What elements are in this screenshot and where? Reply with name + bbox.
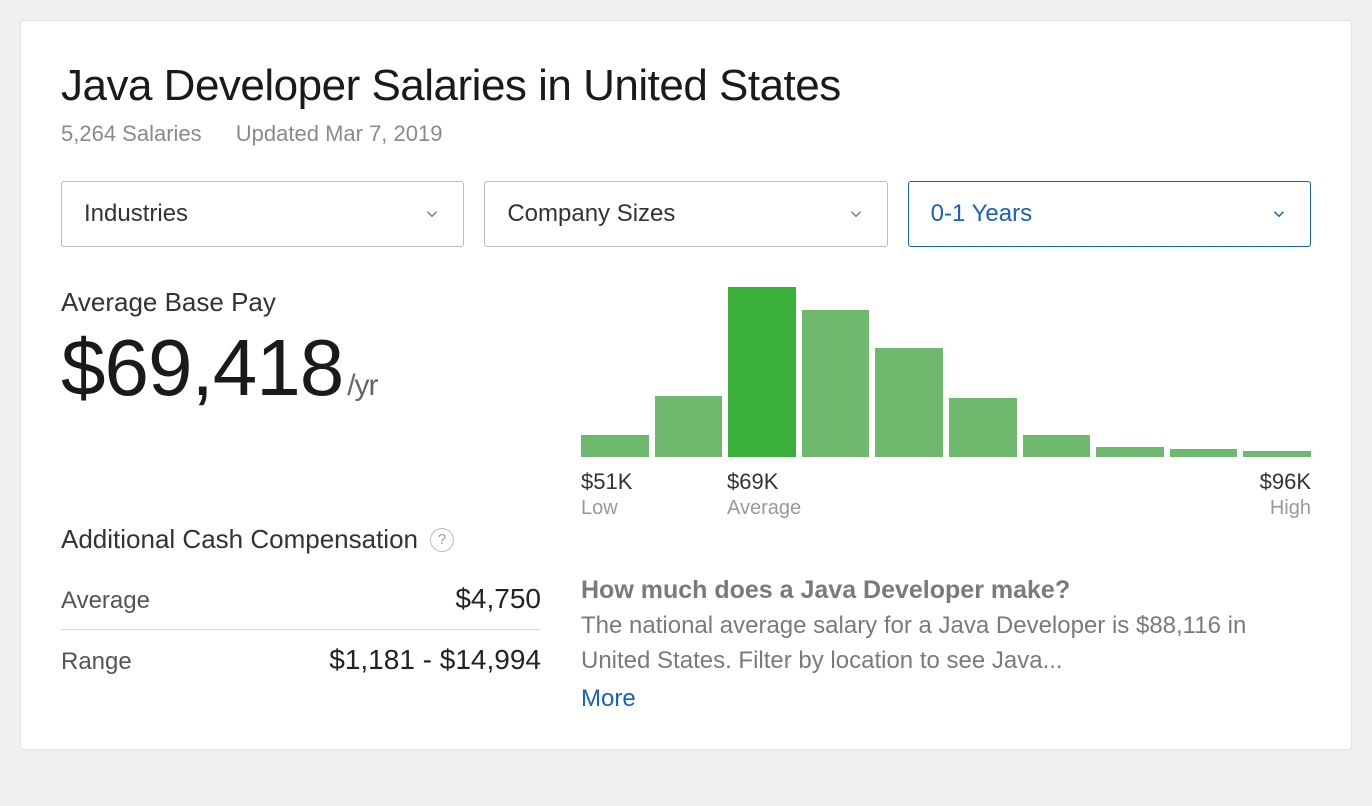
axis-high: $96K High xyxy=(1260,469,1311,520)
content-row: Average Base Pay $69,418/yr Additional C… xyxy=(61,287,1311,713)
chart-bar xyxy=(1096,447,1164,457)
axis-high-value: $96K xyxy=(1260,469,1311,494)
chart-bar xyxy=(1023,435,1091,457)
chart-bar xyxy=(802,310,870,457)
chevron-down-icon xyxy=(1270,205,1288,223)
more-link[interactable]: More xyxy=(581,685,636,713)
chart-bar xyxy=(949,398,1017,457)
left-column: Average Base Pay $69,418/yr Additional C… xyxy=(61,287,541,713)
additional-range-row: Range $1,181 - $14,994 xyxy=(61,630,541,690)
salary-distribution-chart xyxy=(581,287,1311,457)
description-body: The national average salary for a Java D… xyxy=(581,609,1311,679)
additional-average-label: Average xyxy=(61,587,150,615)
additional-comp-header: Additional Cash Compensation ? xyxy=(61,524,541,555)
filter-row: Industries Company Sizes 0-1 Years xyxy=(61,181,1311,247)
industries-filter[interactable]: Industries xyxy=(61,181,464,247)
description-title: How much does a Java Developer make? xyxy=(581,576,1311,605)
additional-range-value: $1,181 - $14,994 xyxy=(329,644,541,676)
chevron-down-icon xyxy=(847,205,865,223)
chart-bar xyxy=(655,396,723,457)
chevron-down-icon xyxy=(423,205,441,223)
avg-base-pay-unit: /yr xyxy=(347,369,377,402)
industries-filter-label: Industries xyxy=(84,200,188,228)
axis-low: $51K Low xyxy=(581,469,632,520)
salary-count: 5,264 Salaries xyxy=(61,121,202,146)
right-column: $51K Low $69K Average $96K High How much… xyxy=(581,287,1311,713)
additional-comp-title: Additional Cash Compensation xyxy=(61,524,418,555)
experience-filter[interactable]: 0-1 Years xyxy=(908,181,1311,247)
updated-date: Updated Mar 7, 2019 xyxy=(236,121,443,146)
meta-row: 5,264 Salaries Updated Mar 7, 2019 xyxy=(61,121,1311,147)
chart-bar xyxy=(1243,451,1311,457)
axis-high-label: High xyxy=(1260,497,1311,520)
chart-axis: $51K Low $69K Average $96K High xyxy=(581,469,1311,520)
chart-bar xyxy=(728,287,796,457)
axis-avg: $69K Average xyxy=(727,469,801,520)
additional-average-value: $4,750 xyxy=(455,583,541,615)
chart-bar xyxy=(581,435,649,457)
chart-bar xyxy=(1170,449,1238,457)
axis-avg-label: Average xyxy=(727,497,801,520)
avg-base-pay-value: $69,418/yr xyxy=(61,322,541,414)
experience-filter-label: 0-1 Years xyxy=(931,200,1032,228)
company-sizes-filter[interactable]: Company Sizes xyxy=(484,181,887,247)
chart-bar xyxy=(875,348,943,457)
additional-range-label: Range xyxy=(61,648,132,676)
description-block: How much does a Java Developer make? The… xyxy=(581,576,1311,713)
axis-low-value: $51K xyxy=(581,469,632,494)
axis-avg-value: $69K xyxy=(727,469,778,494)
company-sizes-filter-label: Company Sizes xyxy=(507,200,675,228)
salary-card: Java Developer Salaries in United States… xyxy=(20,20,1352,750)
page-title: Java Developer Salaries in United States xyxy=(61,61,1311,111)
axis-low-label: Low xyxy=(581,497,632,520)
help-icon[interactable]: ? xyxy=(430,528,454,552)
avg-base-pay-label: Average Base Pay xyxy=(61,287,541,318)
avg-base-pay-number: $69,418 xyxy=(61,323,343,412)
additional-average-row: Average $4,750 xyxy=(61,569,541,630)
